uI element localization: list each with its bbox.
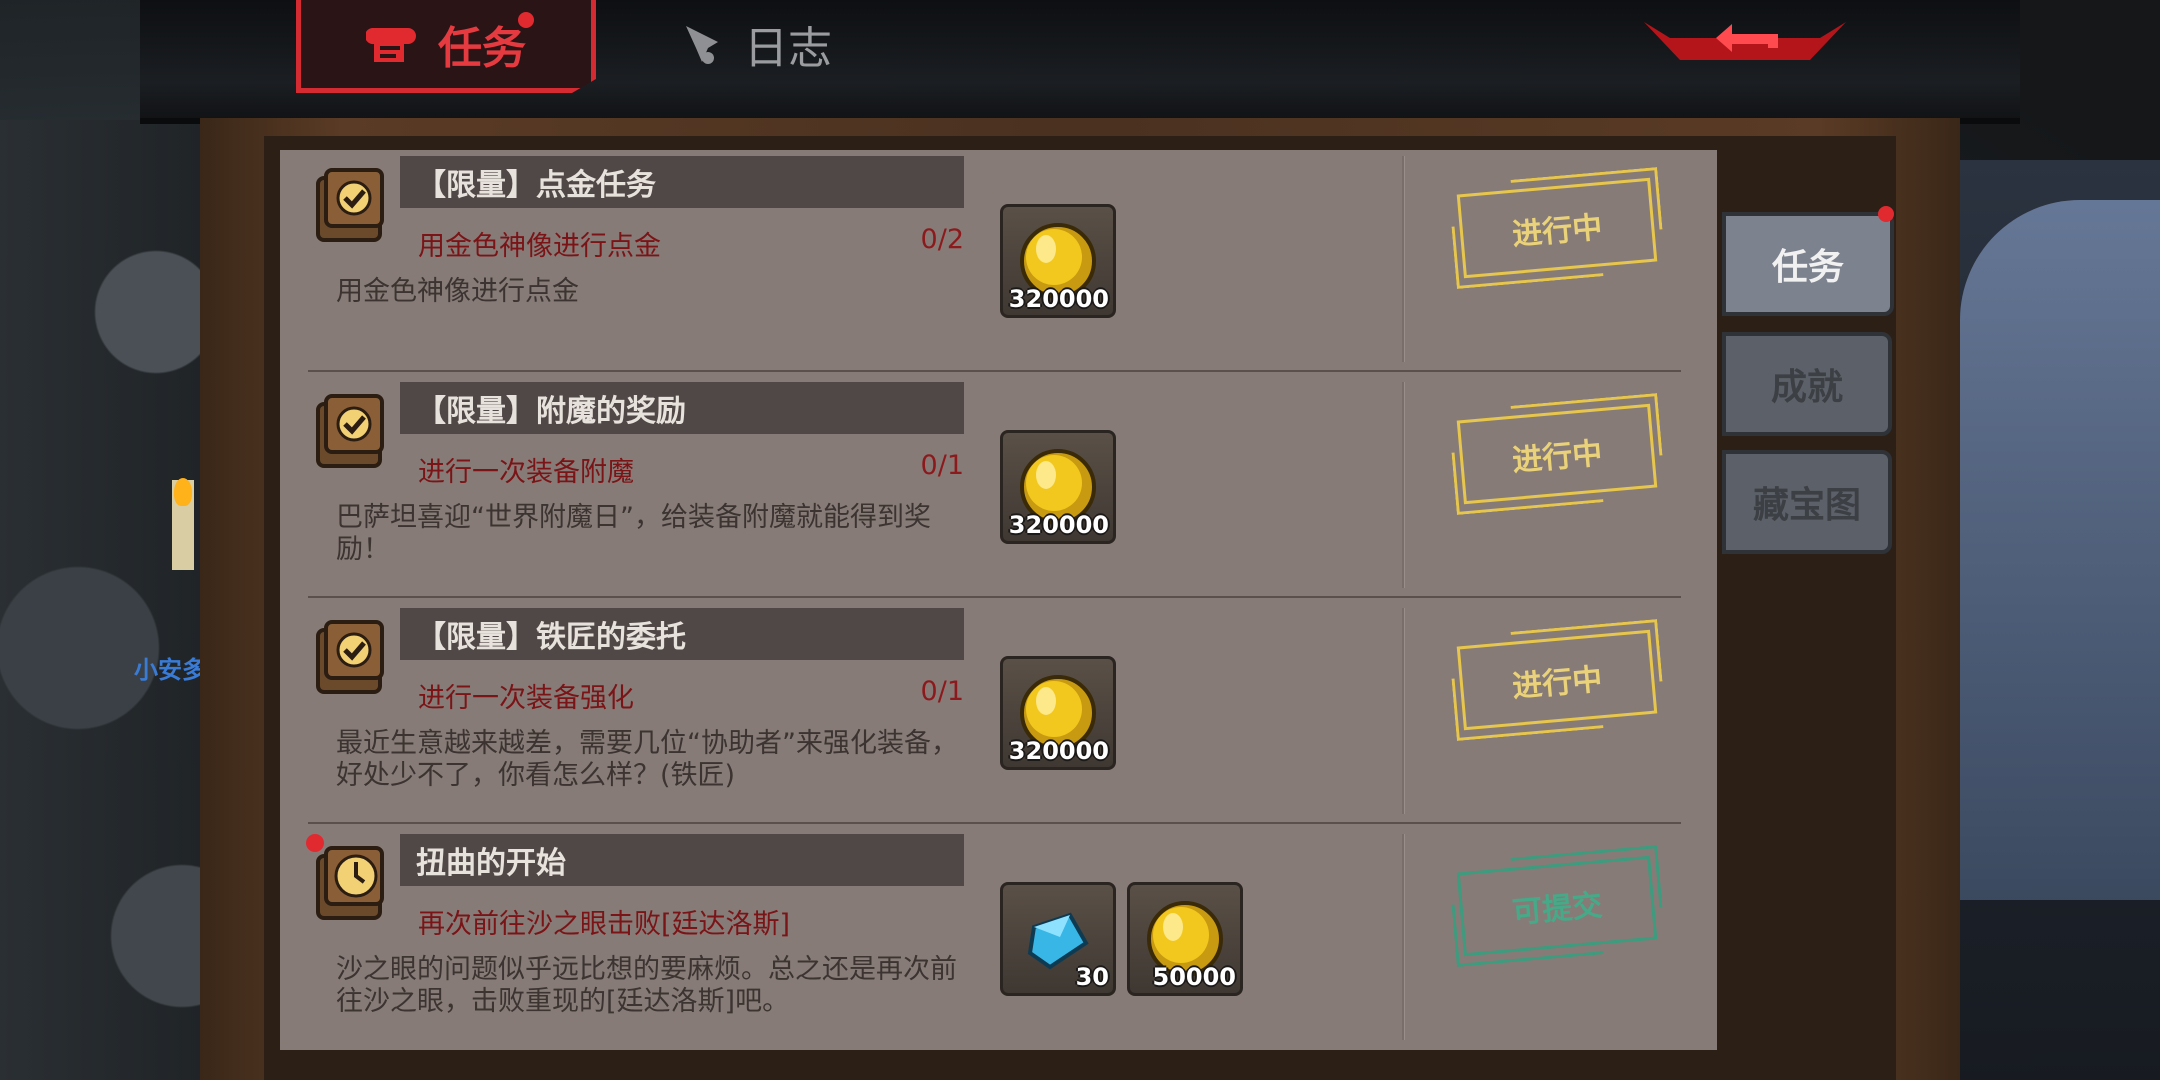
side-tab-label: 藏宝图: [1752, 485, 1861, 526]
quest-notification-dot: [306, 834, 324, 852]
reward-coin[interactable]: 50000: [1127, 882, 1243, 996]
status-label: 进行中: [1510, 436, 1604, 479]
quest-row[interactable]: 【限量】附魔的奖励 进行一次装备附魔 0/1 巴萨坦喜迎“世界附魔日”，给装备附…: [280, 372, 1717, 598]
status-button-in-progress[interactable]: 进行中: [1448, 619, 1666, 741]
candle-flame: [174, 478, 192, 506]
clock-book-icon: [316, 846, 384, 920]
quest-title: 【限量】点金任务: [400, 156, 964, 208]
quest-description: 巴萨坦喜迎“世界附魔日”，给装备附魔就能得到奖励！: [336, 502, 931, 565]
side-tab-notification-dot: [1878, 206, 1894, 222]
divider: [1402, 382, 1404, 588]
quest-title: 【限量】铁匠的委托: [400, 608, 964, 660]
tab-log[interactable]: 日志: [640, 0, 870, 88]
side-tab-quest[interactable]: 任务: [1722, 212, 1894, 316]
quest-objective: 进行一次装备附魔 0/1: [418, 450, 964, 489]
status-button-in-progress[interactable]: 进行中: [1448, 167, 1666, 289]
quest-description: 用金色神像进行点金: [336, 276, 579, 307]
reward-amount: 320000: [1008, 285, 1109, 313]
tab-log-label: 日志: [744, 23, 832, 74]
status-button-submit[interactable]: 可提交: [1448, 845, 1666, 967]
side-tab-achievement[interactable]: 成就: [1722, 332, 1892, 436]
reward-amount: 50000: [1152, 963, 1237, 991]
status-button-in-progress[interactable]: 进行中: [1448, 393, 1666, 515]
side-tab-label: 任务: [1771, 247, 1844, 288]
quest-book-icon: [316, 394, 384, 468]
objective-text: 进行一次装备附魔: [418, 457, 634, 488]
divider: [1402, 834, 1404, 1040]
reward-amount: 30: [1075, 963, 1109, 991]
quest-title: 【限量】附魔的奖励: [400, 382, 964, 434]
quest-description: 沙之眼的问题似乎远比想的要麻烦。总之还是再次前往沙之眼，击败重现的[廷达洛斯]吧…: [336, 954, 957, 1017]
quest-row[interactable]: 【限量】铁匠的委托 进行一次装备强化 0/1 最近生意越来越差，需要几位“协助者…: [280, 598, 1717, 824]
reward-crystal[interactable]: 30: [1000, 882, 1116, 996]
quest-description: 最近生意越来越差，需要几位“协助者”来强化装备，好处少不了，你看怎么样？(铁匠): [336, 728, 958, 791]
back-arrow-icon: [1644, 22, 1846, 60]
objective-progress: 0/2: [920, 224, 964, 255]
quest-book-icon: [316, 168, 384, 242]
divider: [1402, 156, 1404, 362]
reward-amount: 320000: [1008, 511, 1109, 539]
quest-objective: 进行一次装备强化 0/1: [418, 676, 964, 715]
objective-progress: 0/1: [920, 676, 964, 707]
tab-quest-label: 任务: [438, 23, 526, 74]
scroll-icon: [366, 28, 416, 62]
tab-quest[interactable]: 任务: [296, 0, 596, 93]
reward-coin[interactable]: 320000: [1000, 430, 1116, 544]
status-label: 可提交: [1510, 888, 1604, 931]
objective-text: 用金色神像进行点金: [418, 231, 661, 262]
quill-icon: [686, 26, 718, 64]
quest-book-icon: [316, 620, 384, 694]
side-tab-treasure-map[interactable]: 藏宝图: [1722, 450, 1892, 554]
objective-text: 再次前往沙之眼击败[廷达洛斯]: [418, 909, 791, 940]
reward-coin[interactable]: 320000: [1000, 204, 1116, 318]
quest-objective: 再次前往沙之眼击败[廷达洛斯]: [418, 902, 964, 941]
quest-list[interactable]: 【限量】点金任务 用金色神像进行点金 0/2 用金色神像进行点金 320000 …: [280, 150, 1717, 1050]
back-button[interactable]: [1640, 8, 1850, 78]
reward-amount: 320000: [1008, 737, 1109, 765]
reward-coin[interactable]: 320000: [1000, 656, 1116, 770]
quest-row[interactable]: 【限量】点金任务 用金色神像进行点金 0/2 用金色神像进行点金 320000 …: [280, 150, 1717, 372]
npc-name[interactable]: 小安多: [134, 650, 206, 685]
quest-title: 扭曲的开始: [400, 834, 964, 886]
status-label: 进行中: [1510, 210, 1604, 253]
divider: [1402, 608, 1404, 814]
tab-notification-dot: [518, 12, 534, 28]
objective-progress: 0/1: [920, 450, 964, 481]
quest-objective: 用金色神像进行点金 0/2: [418, 224, 964, 263]
side-tab-label: 成就: [1770, 367, 1843, 408]
quest-row[interactable]: 扭曲的开始 再次前往沙之眼击败[廷达洛斯] 沙之眼的问题似乎远比想的要麻烦。总之…: [280, 824, 1717, 1050]
status-label: 进行中: [1510, 662, 1604, 705]
objective-text: 进行一次装备强化: [418, 683, 634, 714]
